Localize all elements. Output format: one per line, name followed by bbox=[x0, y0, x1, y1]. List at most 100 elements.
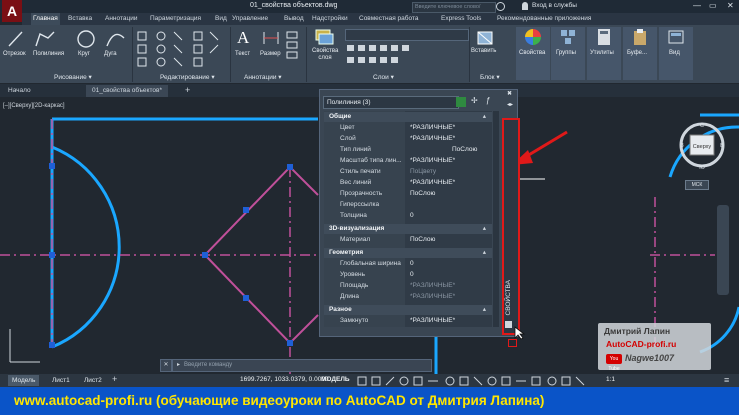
tab-express-tools[interactable]: Express Tools bbox=[441, 13, 481, 25]
clipboard-panel-label: Буфе... bbox=[627, 50, 648, 56]
document-title: 01_свойства объектов.dwg bbox=[250, 2, 338, 9]
prop-row-thickness[interactable]: Толщина 0 bbox=[324, 211, 492, 221]
app-logo[interactable]: A bbox=[2, 0, 22, 22]
prop-row-layer[interactable]: Слой *РАЗЛИЧНЫЕ* bbox=[324, 134, 492, 144]
user-icon[interactable] bbox=[522, 2, 528, 10]
prop-row-material[interactable]: Материал ПоСлою bbox=[324, 235, 492, 245]
minimize-button[interactable]: — bbox=[693, 1, 701, 10]
selection-dropdown[interactable]: Полилиния (3) bbox=[323, 96, 459, 109]
prop-row-color[interactable]: Цвет *РАЗЛИЧНЫЕ* bbox=[324, 123, 492, 133]
color-wheel-icon bbox=[525, 29, 541, 45]
text-button[interactable]: Текст bbox=[235, 51, 250, 57]
line-button[interactable]: Отрезок bbox=[3, 51, 26, 57]
section-general[interactable]: Общие ▴ bbox=[324, 112, 492, 122]
modify-tool-icons[interactable] bbox=[136, 30, 228, 70]
tab-start[interactable]: Начало bbox=[2, 85, 37, 97]
section-misc[interactable]: Разное ▴ bbox=[324, 305, 492, 315]
insert-block-icon[interactable] bbox=[476, 28, 494, 46]
tab-insert[interactable]: Вставка bbox=[68, 13, 92, 25]
coordinates-readout[interactable]: 1699.7267, 1033.0379, 0.0000 bbox=[240, 376, 329, 383]
utilities-panel-label: Утилиты bbox=[590, 50, 614, 56]
select-objects-icon[interactable]: ✢ bbox=[471, 96, 478, 105]
ribbon-tab-bar: Главная Вставка Аннотации Параметризация… bbox=[22, 13, 739, 25]
view-panel-label: Вид bbox=[669, 50, 680, 56]
model-space-toggle[interactable]: МОДЕЛЬ bbox=[321, 376, 350, 383]
prop-row-hyperlink[interactable]: Гиперссылка bbox=[324, 200, 492, 210]
tab-drawing-file[interactable]: 01_свойства объектов* bbox=[86, 85, 168, 97]
add-layout-plus-icon[interactable]: + bbox=[112, 374, 117, 384]
close-button[interactable]: ✕ bbox=[727, 1, 734, 10]
footer-text: www.autocad-profi.ru (обучающие видеоуро… bbox=[14, 393, 545, 408]
tab-featured-apps[interactable]: Рекомендованные приложения bbox=[497, 13, 591, 25]
circle-button[interactable]: Круг bbox=[78, 51, 90, 57]
watermark-author: Дмитрий Лапин bbox=[604, 326, 671, 336]
prop-row-transparency[interactable]: Прозрачность ПоСлою bbox=[324, 189, 492, 199]
section-geometry[interactable]: Геометрия ▴ bbox=[324, 248, 492, 258]
panel-modify-label[interactable]: Редактирование ▾ bbox=[160, 73, 215, 81]
viewcube-face: Сверху bbox=[693, 144, 712, 150]
layer-properties-button[interactable]: Свойства слоя bbox=[312, 48, 338, 62]
command-input[interactable]: ▸ Введите команду bbox=[172, 359, 432, 372]
palette-autohide-icon[interactable]: ◂▸ bbox=[507, 101, 513, 108]
tab-collaborate[interactable]: Совместная работа bbox=[359, 13, 418, 25]
tab-output[interactable]: Вывод bbox=[284, 13, 304, 25]
panel-annotation-label[interactable]: Аннотации ▾ bbox=[244, 73, 282, 81]
prop-row-closed[interactable]: Замкнуто *РАЗЛИЧНЫЕ* bbox=[324, 316, 492, 326]
tab-home[interactable]: Главная bbox=[31, 13, 60, 25]
maximize-button[interactable]: ▭ bbox=[709, 1, 717, 10]
palette-scrollbar[interactable] bbox=[493, 111, 499, 327]
dimension-icon[interactable] bbox=[262, 30, 280, 46]
new-tab-plus-icon[interactable]: + bbox=[185, 85, 190, 95]
status-toggle-icons[interactable] bbox=[356, 376, 602, 386]
section-3d-visualization[interactable]: 3D-визуализация ▴ bbox=[324, 224, 492, 234]
command-close-icon[interactable]: ✕ bbox=[160, 359, 172, 372]
layer-tool-icons[interactable] bbox=[345, 43, 470, 69]
viewcube[interactable]: Сверху С З В Ю bbox=[676, 120, 728, 180]
tab-view[interactable]: Вид bbox=[215, 13, 227, 25]
layer-dropdown[interactable] bbox=[345, 29, 469, 41]
prop-row-linetype-scale[interactable]: Масштаб типа лин... *РАЗЛИЧНЫЕ* bbox=[324, 156, 492, 166]
viewcube-north: С bbox=[700, 123, 704, 129]
youtube-icon: You Tube bbox=[606, 354, 622, 372]
palette-settings-icon[interactable] bbox=[505, 321, 512, 328]
grip-marker bbox=[508, 339, 517, 347]
tab-layout1[interactable]: Лист1 bbox=[48, 375, 74, 386]
text-icon[interactable]: A bbox=[237, 28, 249, 48]
navigation-bar[interactable] bbox=[717, 205, 729, 295]
calculator-icon bbox=[598, 29, 610, 45]
prop-row-lineweight[interactable]: Вес линий *РАЗЛИЧНЫЕ* bbox=[324, 178, 492, 188]
prop-row-global-width[interactable]: Глобальная ширина 0 bbox=[324, 259, 492, 269]
arc-button[interactable]: Дуга bbox=[104, 51, 117, 57]
customize-menu-icon[interactable]: ≡ bbox=[724, 375, 729, 385]
toggle-pickadd-icon[interactable] bbox=[456, 97, 466, 107]
tab-annotate[interactable]: Аннотации bbox=[105, 13, 138, 25]
draw-tool-icons bbox=[8, 30, 125, 48]
tab-addins[interactable]: Надстройки bbox=[312, 13, 348, 25]
panel-draw-label[interactable]: Рисование ▾ bbox=[54, 73, 92, 81]
quick-select-icon[interactable]: ƒ bbox=[486, 96, 490, 105]
polyline-button[interactable]: Полилиния bbox=[33, 51, 64, 57]
viewport-controls[interactable]: [–][Сверху][2D-каркас] bbox=[3, 103, 65, 109]
dimension-button[interactable]: Размер bbox=[260, 51, 281, 57]
insert-button[interactable]: Вставить bbox=[471, 48, 496, 54]
panel-block-label[interactable]: Блок ▾ bbox=[480, 73, 500, 81]
layer-properties-icon[interactable] bbox=[314, 28, 334, 46]
tab-manage[interactable]: Управление bbox=[232, 13, 268, 25]
prop-row-area: Площадь *РАЗЛИЧНЫЕ* bbox=[340, 282, 456, 289]
signin-button[interactable]: Вход в службы bbox=[532, 2, 577, 9]
panel-layers-label[interactable]: Слои ▾ bbox=[373, 73, 394, 81]
search-input[interactable]: Введите ключевое слово/фразу bbox=[412, 2, 496, 19]
tab-model[interactable]: Модель bbox=[8, 375, 40, 386]
annotation-small-icons[interactable] bbox=[285, 30, 303, 60]
tab-layout2[interactable]: Лист2 bbox=[80, 375, 106, 386]
wcs-dropdown[interactable]: МСК bbox=[685, 180, 709, 190]
watermark-site: AutoCAD-profi.ru bbox=[606, 339, 677, 349]
prop-row-length: Длина *РАЗЛИЧНЫЕ* bbox=[340, 293, 456, 300]
prop-row-elevation[interactable]: Уровень 0 bbox=[324, 270, 492, 280]
palette-close-icon[interactable]: ✖ bbox=[507, 90, 512, 97]
palette-side-label: СВОЙСТВА bbox=[505, 280, 512, 316]
annotation-scale[interactable]: 1:1 bbox=[606, 376, 615, 383]
prop-row-linetype[interactable]: Тип линий ПоСлою bbox=[324, 145, 492, 155]
tab-parametric[interactable]: Параметризация bbox=[150, 13, 201, 25]
search-icon[interactable] bbox=[496, 2, 505, 11]
